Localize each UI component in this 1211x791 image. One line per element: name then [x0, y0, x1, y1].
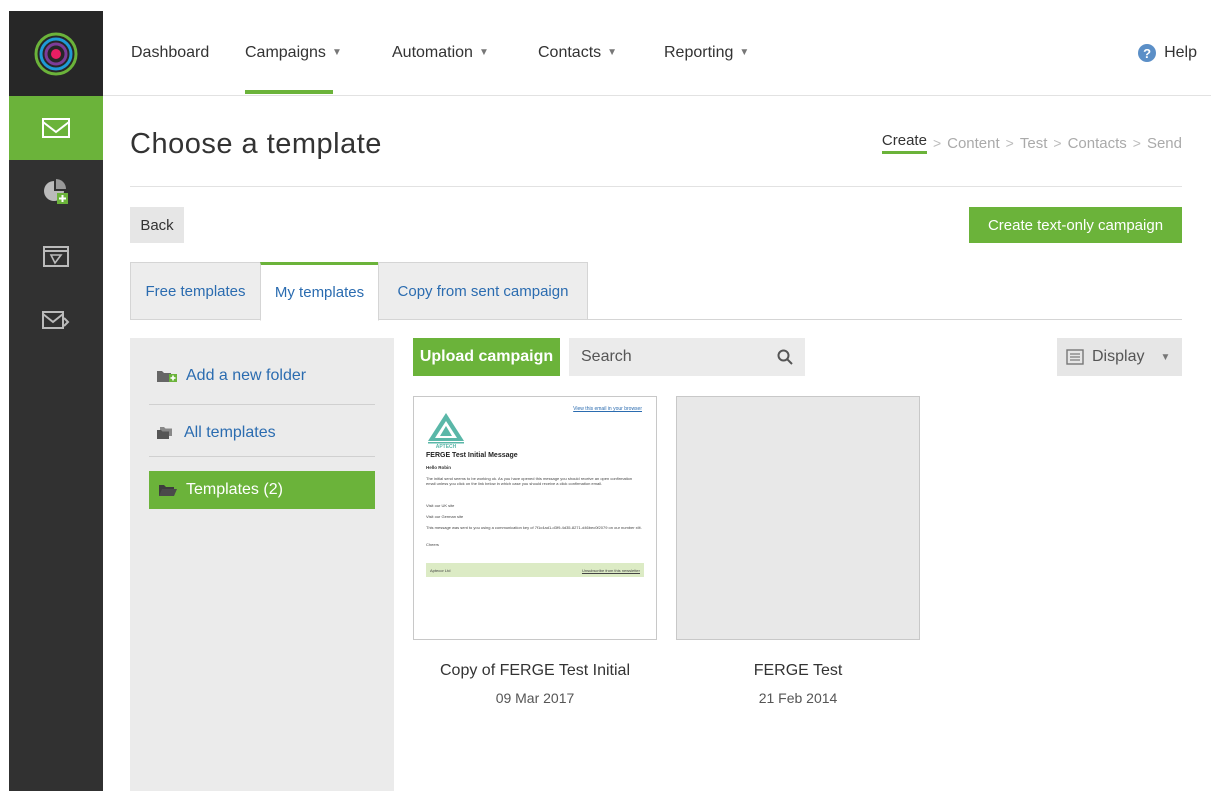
svg-text:APTECH: APTECH	[436, 444, 457, 449]
search-placeholder: Search	[581, 348, 632, 365]
display-label: Display	[1092, 348, 1145, 365]
chevron-right-icon: >	[932, 135, 942, 151]
nav-label: Campaigns	[245, 44, 326, 61]
view-in-browser-link: View this email in your browser	[573, 406, 642, 412]
company-logo: APTECH	[428, 413, 464, 449]
header-divider	[130, 186, 1182, 187]
upload-campaign-button[interactable]: Upload campaign	[413, 338, 560, 376]
nav-label: Dashboard	[131, 44, 210, 61]
folder-templates-label: Templates (2)	[186, 481, 283, 498]
search-icon[interactable]	[777, 349, 793, 365]
chevron-down-icon: ▼	[1160, 351, 1171, 363]
chevron-right-icon: >	[1053, 135, 1062, 151]
automation-icon	[43, 246, 69, 267]
template-date: 21 Feb 2014	[758, 690, 838, 706]
add-folder-label: Add a new folder	[186, 367, 307, 384]
email-forward-icon	[42, 311, 70, 329]
folder-all-templates[interactable]: All templates	[156, 424, 276, 442]
nav-contacts[interactable]: Contacts ▼	[538, 44, 617, 62]
thumbnail-heading: FERGE Test Initial Message	[426, 452, 518, 459]
top-navigation: Dashboard Campaigns ▼ Automation ▼ Contact…	[103, 11, 1211, 96]
tab-label: Copy from sent campaign	[397, 282, 569, 300]
step-test: Test	[1019, 134, 1048, 152]
nav-active-indicator	[245, 90, 333, 94]
template-card[interactable]	[676, 396, 920, 640]
wizard-steps: Create > Content > Test > Contacts > Sen…	[881, 132, 1182, 154]
folder-all-label: All templates	[184, 424, 276, 441]
folder-divider	[149, 456, 375, 457]
rail-item-campaigns[interactable]	[9, 96, 103, 160]
chevron-right-icon: >	[1005, 135, 1014, 151]
step-send: Send	[1146, 134, 1182, 152]
folder-templates[interactable]: Templates (2)	[149, 471, 375, 509]
search-input[interactable]: Search	[569, 338, 805, 376]
list-view-icon	[1066, 349, 1084, 365]
nav-label: Contacts	[538, 44, 602, 61]
help-icon: ?	[1138, 44, 1157, 62]
nav-automation[interactable]: Automation ▼	[392, 44, 489, 62]
help-label: Help	[1164, 44, 1197, 61]
nav-campaigns[interactable]: Campaigns ▼	[245, 44, 342, 62]
tab-label: Free templates	[145, 282, 246, 300]
back-button[interactable]: Back	[130, 207, 184, 243]
left-icon-rail	[9, 11, 103, 791]
help-link[interactable]: ? Help	[1138, 44, 1197, 62]
rail-item-reports[interactable]	[9, 160, 103, 224]
create-text-only-campaign-button[interactable]: Create text-only campaign	[969, 207, 1182, 243]
step-create[interactable]: Create	[881, 132, 927, 154]
reports-add-icon	[44, 179, 68, 204]
target-logo-icon	[34, 32, 78, 75]
nav-reporting[interactable]: Reporting ▼	[664, 44, 749, 62]
template-name[interactable]: Copy of FERGE Test Initial	[413, 662, 657, 680]
thumbnail-paragraph: Visit our UK site	[426, 503, 455, 508]
thumbnail-greeting: Hello Robin	[426, 465, 451, 470]
email-campaigns-icon	[42, 118, 70, 138]
folders-icon	[157, 427, 172, 439]
thumbnail-paragraph: This message was sent to you using a com…	[426, 525, 642, 530]
chevron-down-icon: ▼	[478, 47, 489, 58]
tab-my-templates[interactable]: My templates	[260, 262, 379, 321]
folder-panel: Add a new folder All templates Templates…	[130, 338, 394, 791]
app-logo[interactable]	[9, 11, 103, 96]
folder-add-icon	[157, 371, 177, 382]
folder-open-icon	[159, 485, 177, 496]
tab-free-templates[interactable]: Free templates	[130, 262, 261, 320]
template-date: 09 Mar 2017	[495, 690, 575, 706]
rail-item-forward[interactable]	[9, 288, 103, 352]
thumbnail-footer: Aptecor Ltd Unsubscribe from this newsle…	[426, 563, 644, 577]
template-tabs: Free templates My templates Copy from se…	[130, 262, 1182, 321]
step-content: Content	[947, 134, 1000, 152]
footer-company: Aptecor Ltd	[430, 567, 451, 573]
thumbnail-paragraph: Visit our German site	[426, 514, 464, 519]
thumbnail-paragraph: Cheers	[426, 542, 439, 547]
template-card[interactable]: View this email in your browser APTECH F…	[413, 396, 657, 640]
nav-dashboard[interactable]: Dashboard	[131, 44, 209, 62]
add-folder-button[interactable]: Add a new folder	[156, 367, 306, 385]
display-dropdown[interactable]: Display ▼	[1057, 338, 1182, 376]
template-name[interactable]: FERGE Test	[676, 662, 920, 680]
tab-label: My templates	[274, 284, 365, 301]
chevron-down-icon: ▼	[331, 47, 342, 58]
chevron-right-icon: >	[1132, 135, 1141, 151]
rail-item-automation[interactable]	[9, 224, 103, 288]
tab-copy-from-sent-campaign[interactable]: Copy from sent campaign	[378, 262, 588, 320]
page-title: Choose a template	[130, 128, 382, 160]
nav-label: Reporting	[664, 44, 734, 61]
nav-label: Automation	[392, 44, 473, 61]
step-contacts: Contacts	[1067, 134, 1127, 152]
folder-divider	[149, 404, 375, 405]
chevron-down-icon: ▼	[607, 47, 618, 58]
chevron-down-icon: ▼	[739, 47, 750, 58]
footer-unsubscribe: Unsubscribe from this newsletter	[581, 567, 640, 573]
thumbnail-paragraph: The initial send seems to be working ok.…	[426, 476, 633, 486]
